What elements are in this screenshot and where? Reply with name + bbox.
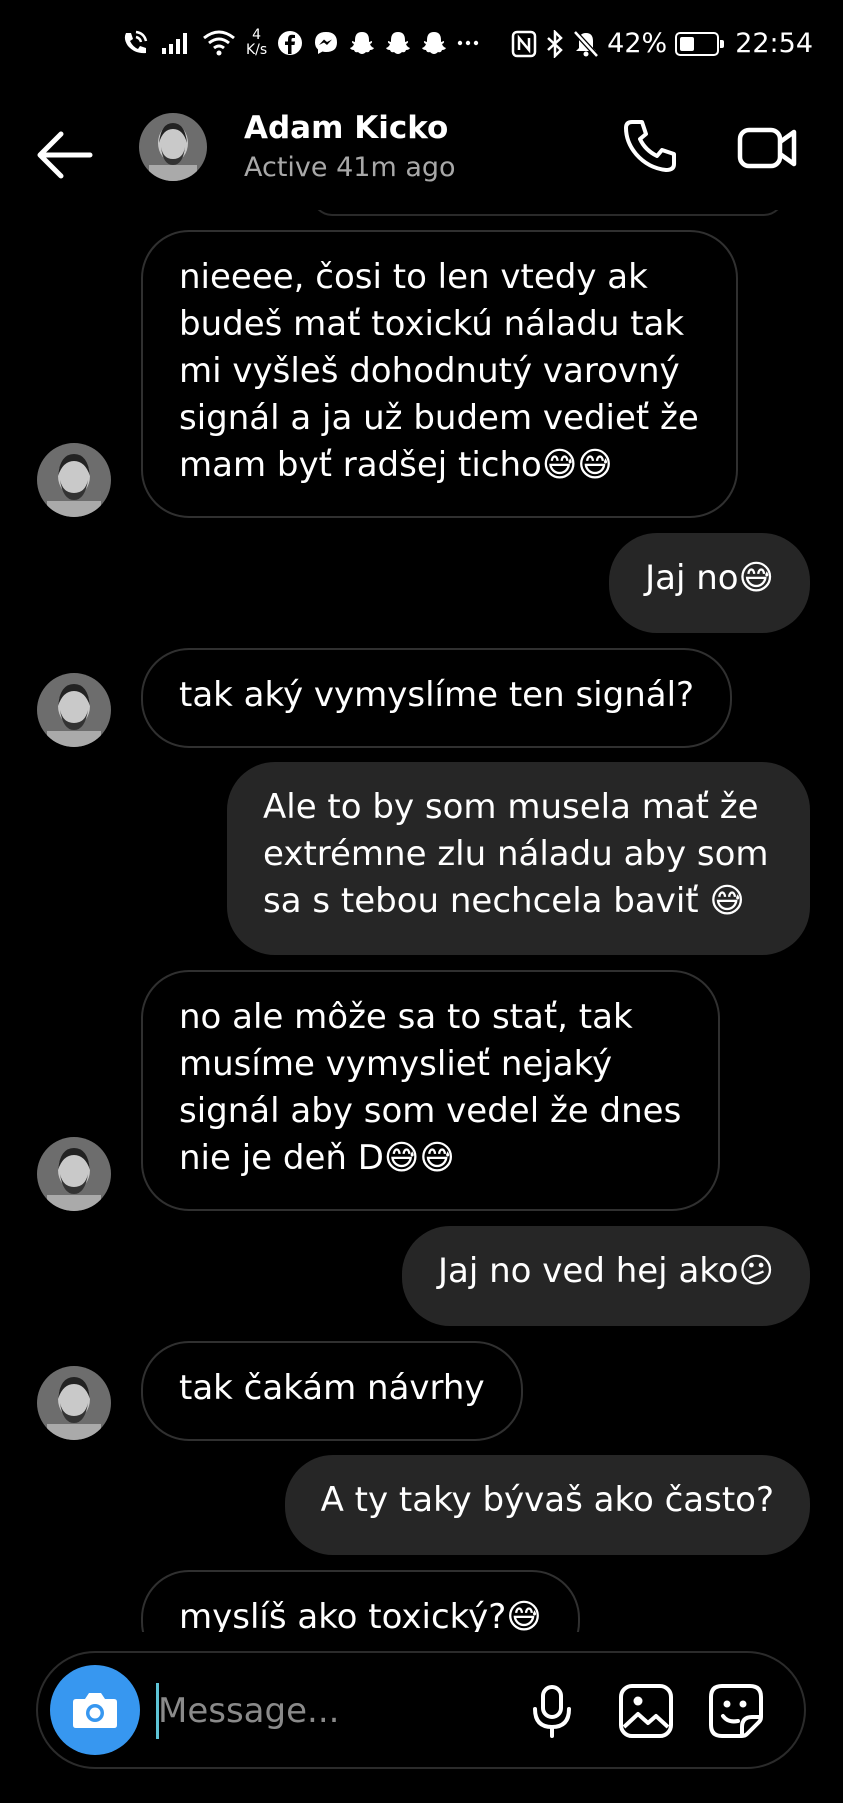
message-line: budeš mať toxickú náladu tak xyxy=(179,304,685,344)
camera-button[interactable] xyxy=(50,1665,140,1755)
wifi-calling-icon xyxy=(124,30,148,54)
message-incoming[interactable]: tak čakám návrhy xyxy=(141,1341,523,1441)
camera-icon xyxy=(73,1693,117,1728)
sender-avatar[interactable] xyxy=(37,1366,111,1440)
message-line: tak čakám návrhy xyxy=(179,1368,485,1408)
wifi-icon xyxy=(203,30,235,56)
message-incoming[interactable]: no ale môže sa to stať, tak musíme vymys… xyxy=(141,970,720,1211)
contact-avatar[interactable] xyxy=(139,113,207,181)
facebook-icon xyxy=(278,31,303,55)
status-bar: 4 K/s 42% 22:54 xyxy=(0,0,843,100)
message-line: extrémne zlu náladu aby som xyxy=(263,834,769,874)
snapchat-icon xyxy=(422,32,447,54)
snapchat-icon xyxy=(350,32,375,54)
phone-call-icon[interactable] xyxy=(620,116,680,176)
message-line: tak aký vymyslíme ten signál? xyxy=(179,675,695,715)
clock: 22:54 xyxy=(735,28,813,59)
contact-name[interactable]: Adam Kicko xyxy=(244,110,448,146)
battery-level xyxy=(680,36,695,51)
snapchat-icon xyxy=(386,32,411,54)
message-line: sa s tebou nechcela baviť 😅 xyxy=(263,881,745,921)
message-composer xyxy=(36,1651,806,1769)
sender-avatar[interactable] xyxy=(37,443,111,517)
message-line: mi vyšleš dohodnutý varovný xyxy=(179,351,680,391)
message-line: nie je deň D😅😅 xyxy=(179,1138,455,1178)
message-incoming[interactable]: nieeee, čosi to len vtedy ak budeš mať t… xyxy=(141,230,738,518)
message-line: signál aby som vedel že dnes xyxy=(179,1091,682,1131)
status-left-icons: 4 K/s xyxy=(120,28,479,58)
gallery-icon[interactable] xyxy=(616,1681,676,1741)
messenger-icon xyxy=(315,32,338,54)
status-right-icons: 42% 22:54 xyxy=(511,28,813,59)
message-line: Jaj no😅 xyxy=(645,558,774,598)
battery-percent: 42% xyxy=(607,28,668,59)
message-line: A ty taky bývaš ako často? xyxy=(320,1480,774,1520)
message-input[interactable] xyxy=(156,1678,480,1744)
sticker-icon[interactable] xyxy=(706,1681,766,1741)
sender-avatar[interactable] xyxy=(37,673,111,747)
message-outgoing[interactable]: A ty taky bývaš ako často? xyxy=(284,1455,810,1555)
message-line: mam byť radšej ticho😅😅 xyxy=(179,445,613,485)
message-line: Ale to by som musela mať že xyxy=(263,787,759,827)
battery-icon xyxy=(675,31,725,56)
video-call-icon[interactable] xyxy=(736,118,800,178)
nfc-icon xyxy=(511,30,537,57)
microphone-icon[interactable] xyxy=(524,1683,580,1739)
message-line: nieeee, čosi to len vtedy ak xyxy=(179,257,648,297)
bluetooth-icon xyxy=(547,29,563,58)
net-speed-value: 4 xyxy=(252,27,262,43)
net-speed: 4 K/s xyxy=(246,28,267,58)
more-icon xyxy=(458,40,479,46)
message-line: Jaj no ved hej ako😕 xyxy=(438,1251,774,1291)
message-outgoing[interactable]: Jaj no😅 xyxy=(609,533,810,633)
message-line: signál a ja už budem vedieť že xyxy=(179,398,699,438)
signal-icon xyxy=(162,33,187,54)
chat-header: Adam Kicko Active 41m ago xyxy=(0,100,843,210)
message-outgoing[interactable]: Jaj no ved hej ako😕 xyxy=(402,1226,810,1326)
contact-status: Active 41m ago xyxy=(244,152,456,183)
mute-icon xyxy=(573,29,600,58)
sender-avatar[interactable] xyxy=(37,1137,111,1211)
message-line: musíme vymyslieť nejaký xyxy=(179,1044,613,1084)
back-arrow-icon[interactable] xyxy=(36,130,94,180)
net-speed-unit: K/s xyxy=(246,42,268,58)
message-outgoing[interactable]: Ale to by som musela mať že extrémne zlu… xyxy=(227,762,810,955)
message-line: no ale môže sa to stať, tak xyxy=(179,997,633,1037)
message-incoming[interactable]: tak aký vymyslíme ten signál? xyxy=(141,648,733,748)
